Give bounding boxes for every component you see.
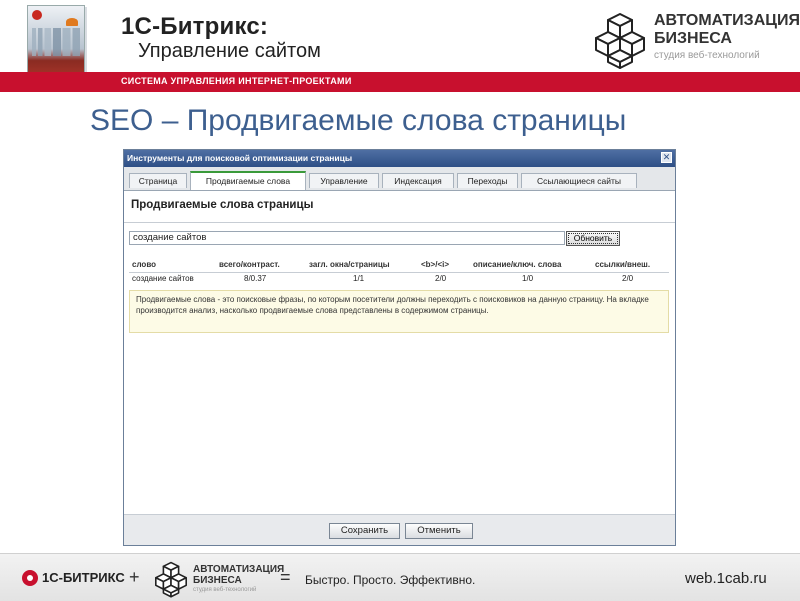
footer-slogan: Быстро. Просто. Эффективно. (305, 573, 476, 587)
equals-sign: = (280, 567, 291, 587)
partner-title-line1: АВТОМАТИЗАЦИЯ (654, 12, 800, 29)
partner-subtitle: студия веб-технологий (654, 50, 760, 61)
cell-title: 1/1 (353, 274, 365, 283)
cubes-logo-icon (595, 13, 645, 69)
footer-partner-title: АВТОМАТИЗАЦИЯ БИЗНЕСА (193, 564, 284, 586)
brand-subtitle: Управление сайтом (138, 40, 321, 62)
footer-banner: 1С-БИТРИКС + АВТОМАТИЗАЦИЯ БИЗНЕСА студи… (0, 553, 800, 601)
col-word: слово (132, 260, 157, 269)
tab-referring-sites[interactable]: Ссылающиеся сайты (521, 173, 637, 188)
divider (124, 222, 675, 223)
footer-url: web.1cab.ru (685, 570, 767, 587)
dialog-titlebar[interactable]: Инструменты для поисковой оптимизации ст… (124, 150, 675, 167)
tab-management[interactable]: Управление (309, 173, 379, 188)
bitrix-logo-icon (22, 570, 38, 586)
dialog-title: Инструменты для поисковой оптимизации ст… (127, 153, 353, 163)
slide-title: SEO – Продвигаемые слова страницы (90, 104, 627, 137)
cell-links: 2/0 (622, 274, 634, 283)
content-title: Продвигаемые слова страницы (131, 199, 314, 211)
cell-bold-italic: 2/0 (435, 274, 447, 283)
partner-title-line2: БИЗНЕСА (654, 30, 732, 47)
tab-transitions[interactable]: Переходы (457, 173, 518, 188)
footer-partner-subtitle: студия веб-технологий (193, 587, 257, 593)
col-bold-italic: <b>/<i> (421, 260, 450, 269)
brand-title: 1С-Битрикс: (121, 13, 269, 40)
save-button[interactable]: Сохранить (329, 523, 400, 539)
cell-description: 1/0 (522, 274, 534, 283)
footer-partner-line1: АВТОМАТИЗАЦИЯ (193, 564, 285, 575)
seo-dialog: Инструменты для поисковой оптимизации ст… (123, 149, 676, 546)
keywords-input[interactable]: создание сайтов (129, 231, 565, 245)
bitrix-logo-icon (32, 10, 42, 20)
col-links: ссылки/внеш. (595, 260, 651, 269)
cubes-logo-icon (155, 561, 187, 598)
partner-logo-title: АВТОМАТИЗАЦИЯ БИЗНЕСА (654, 12, 800, 48)
col-title: загл. окна/страницы (309, 260, 390, 269)
dialog-footer: Сохранить Отменить (124, 515, 675, 545)
tab-indexing[interactable]: Индексация (382, 173, 454, 188)
slide-header: 1С-Битрикс: Управление сайтом АВТОМАТИЗА… (0, 0, 800, 93)
table-header: слово всего/контраст. загл. окна/страниц… (129, 260, 669, 273)
info-note: Продвигаемые слова - это поисковые фразы… (129, 290, 669, 333)
header-red-bar-text: СИСТЕМА УПРАВЛЕНИЯ ИНТЕРНЕТ-ПРОЕКТАМИ (121, 76, 352, 86)
table-row: создание сайтов 8/0.37 1/1 2/0 1/0 2/0 (129, 274, 669, 286)
cancel-button[interactable]: Отменить (405, 523, 473, 539)
header-red-bar (0, 72, 800, 92)
update-button[interactable]: Обновить (566, 231, 620, 246)
city-skyline-image (32, 28, 80, 56)
footer-partner-line2: БИЗНЕСА (193, 575, 242, 586)
butterfly-icon (66, 18, 78, 26)
cell-word: создание сайтов (132, 274, 194, 283)
cell-total: 8/0.37 (244, 274, 267, 283)
tab-promoted-words[interactable]: Продвигаемые слова (190, 171, 306, 190)
close-icon[interactable]: ✕ (661, 152, 672, 163)
plus-sign: + (129, 567, 140, 587)
tab-bar: Страница Продвигаемые слова Управление И… (124, 167, 675, 191)
tab-page[interactable]: Страница (129, 173, 187, 188)
footer-brand: 1С-БИТРИКС (42, 570, 125, 585)
col-description: описание/ключ. слова (473, 260, 562, 269)
col-total: всего/контраст. (219, 260, 280, 269)
